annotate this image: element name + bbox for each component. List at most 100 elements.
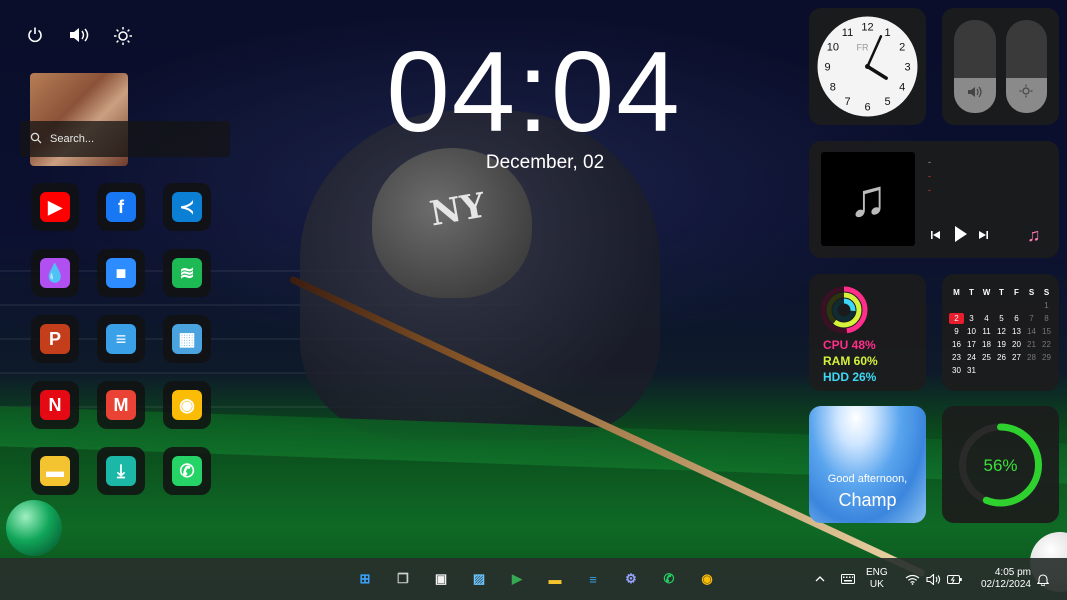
chevron-up-icon[interactable] [815, 558, 825, 600]
app-tile-facebook[interactable]: f [97, 183, 145, 231]
clock-numeral: 8 [830, 82, 836, 94]
app-grid: ▶ f ≺ 💧 ■ ≋ P ≡ ▦ N M ◉ ▬ ⤓ ✆ [31, 183, 211, 495]
calendar-day[interactable]: 15 [1039, 326, 1054, 337]
calendar-day[interactable]: 24 [964, 352, 979, 363]
music-note-icon[interactable]: ♫ [1027, 225, 1041, 246]
taskbar-photos-icon[interactable]: ▨ [466, 566, 492, 592]
app-tile-file-explorer[interactable]: ▬ [31, 447, 79, 495]
battery-charging-icon[interactable] [947, 558, 963, 600]
calendar-day[interactable]: 13 [1009, 326, 1024, 337]
brightness-icon[interactable] [112, 26, 134, 48]
calendar-day[interactable]: 25 [979, 352, 994, 363]
clock-numeral: 12 [861, 22, 873, 34]
clock-numeral: 2 [899, 42, 905, 54]
taskbar-settings-icon[interactable]: ⚙ [618, 566, 644, 592]
speaker-icon[interactable] [68, 26, 90, 48]
calendar-day [949, 300, 964, 311]
calendar-day[interactable]: 31 [964, 365, 979, 376]
calendar-day [964, 300, 979, 311]
app-tile-gmail[interactable]: M [97, 381, 145, 429]
notification-bell-icon[interactable] [1037, 558, 1049, 600]
language-indicator[interactable]: ENG UK [866, 567, 888, 591]
calendar-today[interactable]: 2 [949, 313, 964, 324]
taskbar-chrome-icon[interactable]: ◉ [694, 566, 720, 592]
app-tile-downloads[interactable]: ⤓ [97, 447, 145, 495]
volume-slider[interactable] [954, 20, 996, 113]
taskbar-microsoft-store-icon[interactable]: ▣ [428, 566, 454, 592]
track-album: - [928, 185, 931, 195]
calendar-day[interactable]: 14 [1024, 326, 1039, 337]
calendar-weekday-header: F [1014, 288, 1019, 297]
calendar-day[interactable]: 21 [1024, 339, 1039, 350]
calendar-day[interactable]: 10 [964, 326, 979, 337]
taskbar-play-store-icon[interactable]: ▶ [504, 566, 530, 592]
system-controls [24, 26, 134, 48]
track-title: - [928, 157, 931, 167]
previous-icon[interactable] [931, 227, 941, 243]
calendar-day[interactable]: 20 [1009, 339, 1024, 350]
app-tile-youtube[interactable]: ▶ [31, 183, 79, 231]
calendar-day[interactable]: 19 [994, 339, 1009, 350]
calendar-day[interactable]: 26 [994, 352, 1009, 363]
wifi-icon[interactable] [905, 558, 920, 600]
calendar-day[interactable]: 12 [994, 326, 1009, 337]
app-tile-zoom[interactable]: ■ [97, 249, 145, 297]
taskbar-clock[interactable]: 4:05 pm 02/12/2024 [975, 567, 1031, 591]
analog-clock-widget[interactable]: 12 1 2 3 4 5 6 7 8 9 10 11 FR [809, 8, 926, 125]
calendar-widget[interactable]: M T W T F S S 1 2 3 4 5 6 7 8 9 10 11 12 13 14 15 16 17 18 19 20 21… [942, 274, 1059, 391]
taskbar-apps: ⊞ ❐ ▣ ▨ ▶ ▬ ≡ ⚙ ✆ ◉ [352, 566, 720, 592]
calendar-day[interactable]: 6 [1009, 313, 1024, 324]
calendar-day[interactable]: 29 [1039, 352, 1054, 363]
cpu-stat: CPU 48% [823, 338, 876, 352]
app-tile-netflix[interactable]: N [31, 381, 79, 429]
calendar-day[interactable]: 3 [964, 313, 979, 324]
calendar-day[interactable]: 4 [979, 313, 994, 324]
calendar-day[interactable]: 7 [1024, 313, 1039, 324]
volume-icon[interactable] [926, 558, 941, 600]
app-tile-whatsapp[interactable]: ✆ [163, 447, 211, 495]
app-tile-paint[interactable]: 💧 [31, 249, 79, 297]
calendar-day[interactable]: 27 [1009, 352, 1024, 363]
calendar-day[interactable]: 9 [949, 326, 964, 337]
next-icon[interactable] [978, 227, 988, 243]
downloads-icon: ⤓ [106, 456, 136, 486]
calendar-day[interactable]: 5 [994, 313, 1009, 324]
calendar-day[interactable]: 18 [979, 339, 994, 350]
app-tile-visual-studio-code[interactable]: ≺ [163, 183, 211, 231]
taskbar-task-view-icon[interactable]: ❐ [390, 566, 416, 592]
paint-icon: 💧 [40, 258, 70, 288]
file-explorer-icon: ▬ [40, 456, 70, 486]
calendar-day[interactable]: 8 [1039, 313, 1054, 324]
app-tile-chrome[interactable]: ◉ [163, 381, 211, 429]
clock-numeral: 3 [904, 62, 910, 74]
calendar-day[interactable]: 28 [1024, 352, 1039, 363]
calendar-day [1009, 365, 1024, 376]
calendar-day[interactable]: 11 [979, 326, 994, 337]
calendar-day [1024, 300, 1039, 311]
calendar-day[interactable]: 17 [964, 339, 979, 350]
youtube-icon: ▶ [40, 192, 70, 222]
app-tile-powerpoint[interactable]: P [31, 315, 79, 363]
app-tile-notepad[interactable]: ≡ [97, 315, 145, 363]
keyboard-icon[interactable] [841, 558, 855, 600]
calendar-weekday-header: S [1028, 288, 1035, 297]
notepad-icon: ≡ [106, 324, 136, 354]
calendar-day [994, 365, 1009, 376]
play-icon[interactable] [954, 225, 968, 246]
brightness-slider[interactable] [1005, 20, 1047, 113]
search-box[interactable]: Search... [20, 121, 230, 157]
calendar-day[interactable]: 22 [1039, 339, 1054, 350]
taskbar-time: 4:05 pm [994, 567, 1031, 578]
clock-numeral: 6 [864, 102, 870, 114]
taskbar-notepad-icon[interactable]: ≡ [580, 566, 606, 592]
calendar-day[interactable]: 30 [949, 365, 964, 376]
app-tile-spotify[interactable]: ≋ [163, 249, 211, 297]
taskbar-start-icon[interactable]: ⊞ [352, 566, 378, 592]
calendar-day[interactable]: 1 [1039, 300, 1054, 311]
app-tile-calculator[interactable]: ▦ [163, 315, 211, 363]
calendar-day[interactable]: 16 [949, 339, 964, 350]
taskbar-whatsapp-icon[interactable]: ✆ [656, 566, 682, 592]
calendar-day[interactable]: 23 [949, 352, 964, 363]
power-icon[interactable] [24, 26, 46, 48]
taskbar-file-explorer-icon[interactable]: ▬ [542, 566, 568, 592]
